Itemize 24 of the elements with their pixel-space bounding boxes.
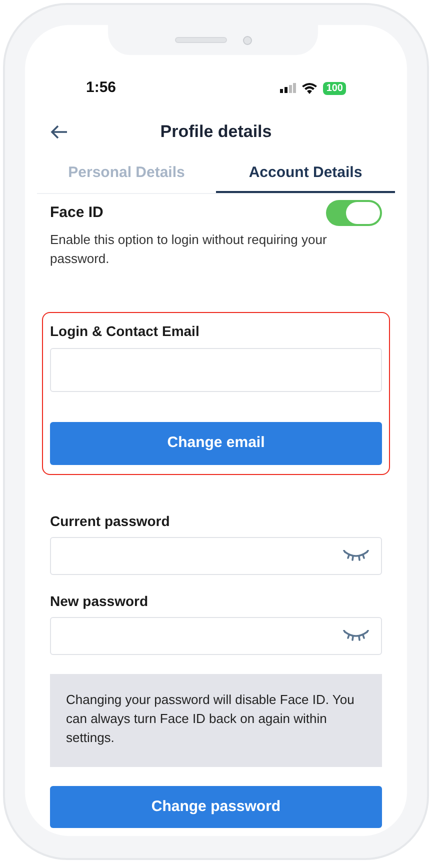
change-password-button[interactable]: Change password (50, 786, 382, 828)
speaker-icon (174, 37, 226, 43)
status-time: 1:56 (86, 78, 116, 98)
password-input[interactable] (50, 617, 382, 655)
password-label: New password (50, 592, 150, 611)
back-arrow-icon[interactable] (50, 125, 68, 139)
face-id-label: Face ID (50, 202, 104, 223)
tab[interactable]: Personal Details (37, 155, 216, 193)
face-id-toggle[interactable] (326, 200, 382, 226)
face-id-description: Enable this option to login without requiring your password. (50, 231, 328, 268)
page-title: Profile details (160, 121, 272, 144)
tab[interactable]: Account Details (216, 155, 395, 193)
password-notice: Changing your password will disable Face ID. You can always turn Face ID back on again within settings. (50, 674, 382, 767)
password-input[interactable] (50, 537, 382, 575)
closed-eye-icon[interactable] (343, 550, 369, 562)
wifi-icon (302, 82, 318, 94)
battery-indicator: 100 (323, 82, 346, 94)
change-email-button[interactable]: Change email (50, 422, 382, 465)
email-label: Login & Contact Email (50, 322, 200, 341)
email-input[interactable] (50, 348, 382, 392)
closed-eye-icon[interactable] (343, 630, 369, 642)
signal-icon (280, 83, 296, 93)
password-label: Current password (50, 512, 171, 531)
camera-icon (242, 36, 252, 44)
